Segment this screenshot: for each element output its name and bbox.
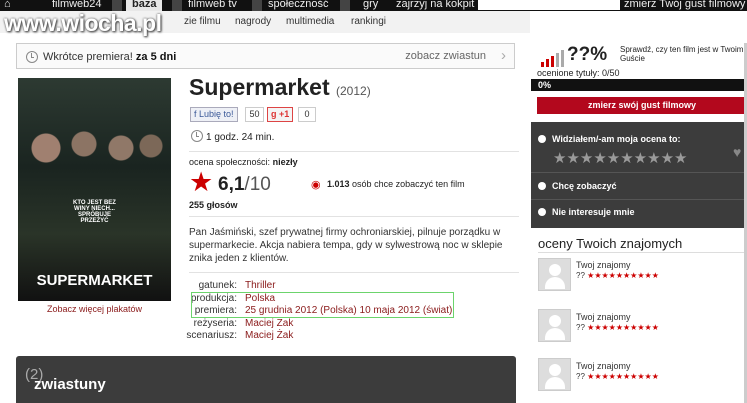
rating-value: 6,1/10: [218, 174, 271, 195]
friend-rating: ?? ★★★★★★★★★★: [576, 323, 659, 332]
friend-name[interactable]: Twoj znajomy: [576, 312, 631, 322]
community-rating: ocena społeczności: niezły: [189, 157, 298, 167]
detail-key: scenariusz:: [186, 330, 237, 341]
radio-seen[interactable]: [538, 135, 546, 143]
clock-icon: [191, 130, 203, 142]
chevron-down-icon[interactable]: [340, 0, 350, 11]
friend-rating: ?? ★★★★★★★★★★: [576, 372, 659, 381]
search-input[interactable]: [478, 0, 620, 10]
meter-bar: [541, 62, 544, 67]
premiere-label: Wkrótce premiera! za 5 dni: [43, 51, 177, 63]
meter-bar: [561, 50, 564, 67]
votes-count: 255 głosów: [189, 200, 238, 210]
divider: [531, 199, 747, 200]
measure-taste-button[interactable]: zmierz swój gust filmowy: [537, 97, 747, 114]
detail-key: gatunek:: [198, 280, 237, 291]
meter-bar: [551, 56, 554, 67]
friend-rating: ?? ★★★★★★★★★★: [576, 271, 659, 280]
meter-text: Sprawdź, czy ten film jest w Twoim Guści…: [620, 45, 744, 63]
subnav-film[interactable]: zie filmu: [184, 16, 221, 27]
detail-key: reżyseria:: [193, 318, 237, 329]
avatar[interactable]: [538, 309, 571, 342]
friend-name[interactable]: Twoj znajomy: [576, 361, 631, 371]
heart-icon[interactable]: ♥: [733, 144, 741, 160]
highlight-box: [191, 292, 454, 318]
rated-progress-bar: 0%: [531, 79, 747, 91]
chevron-right-icon[interactable]: ›: [501, 47, 506, 64]
want-to-see: 1.013 osób chce zobaczyć ten film: [327, 179, 465, 189]
subnav-nagrody[interactable]: nagrody: [235, 16, 271, 27]
meter-bar: [546, 59, 549, 67]
poster-faces: [26, 118, 164, 188]
nav-gry[interactable]: gry: [363, 0, 378, 11]
user-rating-stars[interactable]: ★★★★★★★★★★: [553, 149, 687, 167]
chevron-down-icon[interactable]: [172, 0, 182, 11]
seen-label[interactable]: Widziałem/-am moja ocena to:: [552, 134, 680, 144]
divider: [538, 252, 744, 253]
watermark-logo: www.wiocha.pl: [4, 10, 162, 36]
premiere-bar: Wkrótce premiera! za 5 dni zobacz zwiast…: [16, 43, 515, 69]
not-interested-option[interactable]: Nie interesuje mnie: [552, 207, 635, 217]
rated-titles: ocenione tytuły: 0/50: [537, 68, 620, 78]
movie-poster[interactable]: KTO JEST BEZ WINY NIECH... SPRÓBUJE PRZE…: [18, 78, 171, 301]
want-to-see-option[interactable]: Chcę zobaczyć: [552, 181, 617, 191]
trailers-section[interactable]: zwiastuny (2): [16, 356, 516, 403]
trailers-heading: zwiastuny (2): [25, 366, 106, 393]
film-description: Pan Jaśmiński, szef prywatnej firmy ochr…: [189, 227, 503, 264]
match-percent: ??%: [567, 44, 608, 65]
divider: [531, 172, 747, 173]
divider: [189, 272, 519, 273]
avatar[interactable]: [538, 358, 571, 391]
like-count: 50: [245, 107, 264, 122]
page-title: Supermarket (2012): [189, 74, 371, 100]
facebook-like-button[interactable]: f Lubię to!: [190, 107, 238, 122]
subnav-rankingi[interactable]: rankingi: [351, 16, 386, 27]
friend-name[interactable]: Twoj znajomy: [576, 260, 631, 270]
meter-bar: [556, 53, 559, 67]
friends-heading: oceny Twoich znajomych: [538, 236, 683, 251]
subnav-multimedia[interactable]: multimedia: [286, 16, 334, 27]
nav-gust[interactable]: zmierz Twój gust filmowy: [624, 0, 745, 11]
genre-link[interactable]: Thriller: [245, 280, 276, 291]
nav-filmweb-tv[interactable]: filmweb tv: [188, 0, 237, 11]
poster-tagline: KTO JEST BEZ WINY NIECH... SPRÓBUJE PRZE…: [73, 200, 116, 224]
star-icon: ★: [189, 167, 214, 197]
alarm-clock-icon: [26, 51, 38, 63]
poster-title: SUPERMARKET: [36, 272, 153, 289]
duration: 1 godz. 24 min.: [206, 132, 275, 143]
radio-not-interested[interactable]: [538, 208, 546, 216]
divider: [189, 216, 519, 217]
taste-meter: ??% Sprawdź, czy ten film jest w Twoim G…: [531, 43, 747, 67]
gplus-count: 0: [298, 107, 316, 122]
more-posters-link[interactable]: Zobacz więcej plakatów: [18, 304, 171, 314]
nav-kokpit[interactable]: zajrzyj na kokpit: [396, 0, 474, 11]
chevron-down-icon[interactable]: [252, 0, 262, 11]
director-link[interactable]: Maciej Żak: [245, 318, 293, 329]
avatar[interactable]: [538, 258, 571, 291]
writer-link[interactable]: Maciej Żak: [245, 330, 293, 341]
radio-want[interactable]: [538, 182, 546, 190]
google-plus-button[interactable]: g +1: [267, 107, 294, 122]
watch-trailer-link[interactable]: zobacz zwiastun: [405, 50, 486, 62]
divider: [189, 151, 519, 152]
rating-panel: Widziałem/-am moja ocena to: ♥ Chcę zoba…: [531, 122, 747, 228]
nav-spolecznosc[interactable]: społeczność: [268, 0, 329, 11]
eye-icon: ◉: [311, 179, 321, 191]
